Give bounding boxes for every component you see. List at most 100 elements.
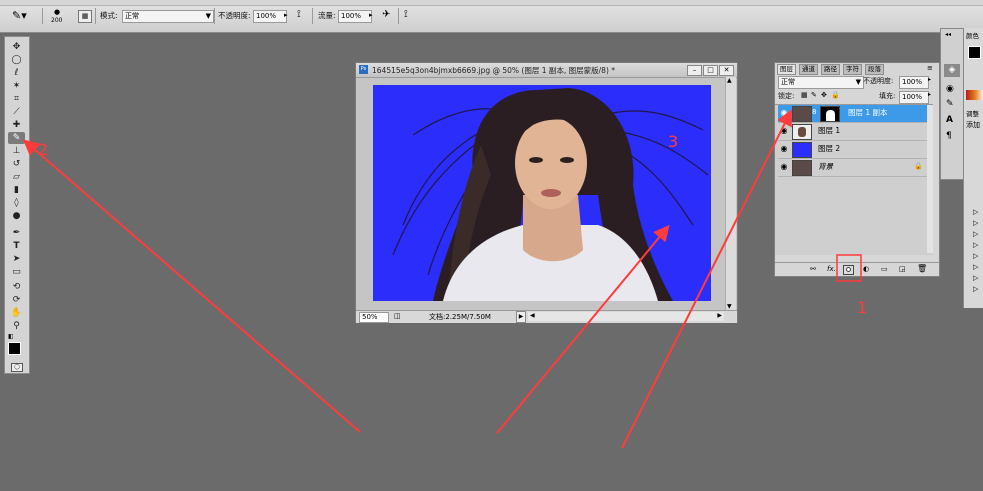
color-swatch[interactable] xyxy=(968,46,981,59)
layer-row[interactable]: ◉ 图层 1 xyxy=(778,123,928,141)
link-icon[interactable]: 8 xyxy=(812,108,816,116)
marquee-tool-icon[interactable]: ◯ xyxy=(8,54,25,66)
scroll-right-icon[interactable]: ▶ xyxy=(717,312,722,319)
tab-channels[interactable]: 通道 xyxy=(799,64,818,75)
quick-mask-icon[interactable]: ◯ xyxy=(11,363,23,372)
magic-wand-tool-icon[interactable]: ✶ xyxy=(8,80,25,92)
default-colors-icon[interactable]: ◧ xyxy=(8,333,14,340)
path-selection-tool-icon[interactable]: ➤ xyxy=(8,253,25,265)
adjust-preset-arrow-icon[interactable]: ▷ xyxy=(973,241,978,249)
link-layers-icon[interactable]: ⚯ xyxy=(810,265,816,273)
rectangle-tool-icon[interactable]: ▭ xyxy=(8,266,25,278)
layer-style-fx-button[interactable]: fx. xyxy=(827,265,836,273)
image-canvas[interactable] xyxy=(373,85,711,301)
adjust-preset-arrow-icon[interactable]: ▷ xyxy=(973,252,978,260)
status-menu-arrow-icon[interactable]: ▶ xyxy=(516,311,526,323)
lasso-tool-icon[interactable]: ℓ xyxy=(8,67,25,79)
opacity-arrow-icon[interactable]: ▸ xyxy=(928,76,931,83)
opacity-input[interactable]: 100% xyxy=(253,10,287,23)
dodge-tool-icon[interactable]: ● xyxy=(8,210,25,222)
lock-transparency-icon[interactable]: ▦ xyxy=(801,91,808,99)
delete-layer-icon[interactable]: 🗑 xyxy=(917,264,927,273)
adjust-preset-arrow-icon[interactable]: ▷ xyxy=(973,285,978,293)
lock-all-icon[interactable]: 🔒 xyxy=(831,91,840,99)
brush-panel-toggle-icon[interactable]: ▦ xyxy=(78,10,92,23)
layers-scrollbar[interactable] xyxy=(927,105,933,253)
tab-paths[interactable]: 路径 xyxy=(821,64,840,75)
tab-layers[interactable]: 图层 xyxy=(777,64,796,75)
tablet-pressure-icon[interactable]: ⟟ xyxy=(404,9,408,20)
zoom-tool-icon[interactable]: ⚲ xyxy=(8,320,25,332)
layer-mask-thumbnail[interactable] xyxy=(820,106,840,122)
layer-opacity-input[interactable]: 100% xyxy=(899,76,929,89)
vertical-scrollbar[interactable]: ▲ ▼ xyxy=(725,77,736,310)
mode-select[interactable]: 正常 ▼ xyxy=(122,10,214,23)
adjust-preset-arrow-icon[interactable]: ▷ xyxy=(973,274,978,282)
clone-stamp-tool-icon[interactable]: ⊥ xyxy=(8,145,25,157)
scroll-up-icon[interactable]: ▲ xyxy=(727,77,732,84)
layer-row[interactable]: ◉ 图层 2 xyxy=(778,141,928,159)
document-titlebar[interactable]: Ps 164515e5q3on4bjmxb6669.jpg @ 50% (图层 … xyxy=(356,63,737,78)
history-brush-tool-icon[interactable]: ↺ xyxy=(8,158,25,170)
panel-menu-icon[interactable]: ≡ xyxy=(927,64,933,72)
lock-pixels-icon[interactable]: ✎ xyxy=(811,91,817,99)
adjust-preset-arrow-icon[interactable]: ▷ xyxy=(973,219,978,227)
pen-tool-icon[interactable]: ✒ xyxy=(8,227,25,239)
dock-layers-icon[interactable]: ◈ xyxy=(944,64,960,77)
new-layer-icon[interactable]: ◲ xyxy=(899,265,906,273)
eye-icon[interactable]: ◉ xyxy=(779,126,789,136)
adjust-preset-arrow-icon[interactable]: ▷ xyxy=(973,230,978,238)
zoom-level-input[interactable]: 50% xyxy=(359,312,389,323)
adjust-preset-arrow-icon[interactable]: ▷ xyxy=(973,208,978,216)
new-group-icon[interactable]: ▭ xyxy=(881,265,888,273)
dock-character-icon[interactable]: A xyxy=(946,115,953,125)
close-button[interactable]: ✕ xyxy=(719,65,734,76)
layer-row[interactable]: ◉ 8 图层 1 副本 xyxy=(778,105,928,123)
3d-orbit-tool-icon[interactable]: ⟳ xyxy=(8,294,25,306)
eye-icon[interactable]: ◉ xyxy=(779,162,789,172)
eye-icon[interactable]: ◉ xyxy=(779,108,789,118)
eyedropper-tool-icon[interactable]: ⟋ xyxy=(8,106,25,118)
healing-brush-tool-icon[interactable]: ✚ xyxy=(8,119,25,131)
add-layer-mask-button[interactable] xyxy=(843,265,854,275)
dock-paragraph-icon[interactable]: ¶ xyxy=(946,131,952,141)
scroll-left-icon[interactable]: ◀ xyxy=(530,312,535,319)
layer-row[interactable]: ◉ 背景 🔒 xyxy=(778,159,928,177)
dock-channels-icon[interactable]: ◉ xyxy=(946,84,954,94)
flow-input[interactable]: 100% xyxy=(338,10,372,23)
dock-paths-icon[interactable]: ✎ xyxy=(946,99,954,109)
blend-mode-select[interactable]: 正常 ▼ xyxy=(778,76,864,89)
mask-shape xyxy=(826,110,835,121)
gradient-tool-icon[interactable]: ▮ xyxy=(8,184,25,196)
flow-slider-arrow-icon[interactable]: ▸ xyxy=(369,11,373,19)
airbrush-icon[interactable]: ✈ xyxy=(382,9,390,20)
eye-icon[interactable]: ◉ xyxy=(779,144,789,154)
crop-tool-icon[interactable]: ⌗ xyxy=(8,93,25,105)
lock-position-icon[interactable]: ✥ xyxy=(821,91,827,99)
foreground-color-swatch[interactable] xyxy=(8,342,21,355)
tab-character[interactable]: 字符 xyxy=(843,64,862,75)
dock-arrows-icon[interactable]: ◂◂ xyxy=(945,31,951,38)
horizontal-scrollbar[interactable]: ◀ ▶ xyxy=(528,312,724,321)
adjust-preset-arrow-icon[interactable]: ▷ xyxy=(973,263,978,271)
airbrush-pressure-icon[interactable]: ⟟ xyxy=(297,9,301,20)
move-tool-icon[interactable]: ✥ xyxy=(8,41,25,53)
color-ramp[interactable] xyxy=(966,90,983,100)
adjustment-layer-icon[interactable]: ◐ xyxy=(863,265,869,273)
minimize-button[interactable]: – xyxy=(687,65,702,76)
blur-tool-icon[interactable]: ◊ xyxy=(8,197,25,209)
tab-paragraph[interactable]: 段落 xyxy=(865,64,884,75)
maximize-button[interactable]: □ xyxy=(703,65,718,76)
fill-arrow-icon[interactable]: ▸ xyxy=(928,91,931,98)
type-tool-icon[interactable]: T xyxy=(8,240,25,252)
brush-picker[interactable]: ● 200 xyxy=(48,8,70,26)
opacity-slider-arrow-icon[interactable]: ▸ xyxy=(284,11,288,19)
brush-tool-icon[interactable]: ✎ xyxy=(8,132,25,144)
fill-input[interactable]: 100% xyxy=(899,91,929,104)
eraser-tool-icon[interactable]: ▱ xyxy=(8,171,25,183)
3d-rotate-tool-icon[interactable]: ⟲ xyxy=(8,281,25,293)
brush-tool-preset-icon[interactable]: ✎▾ xyxy=(12,9,34,23)
status-options-icon[interactable]: ◫ xyxy=(394,312,401,320)
scroll-down-icon[interactable]: ▼ xyxy=(727,303,732,310)
hand-tool-icon[interactable]: ✋ xyxy=(8,307,25,319)
